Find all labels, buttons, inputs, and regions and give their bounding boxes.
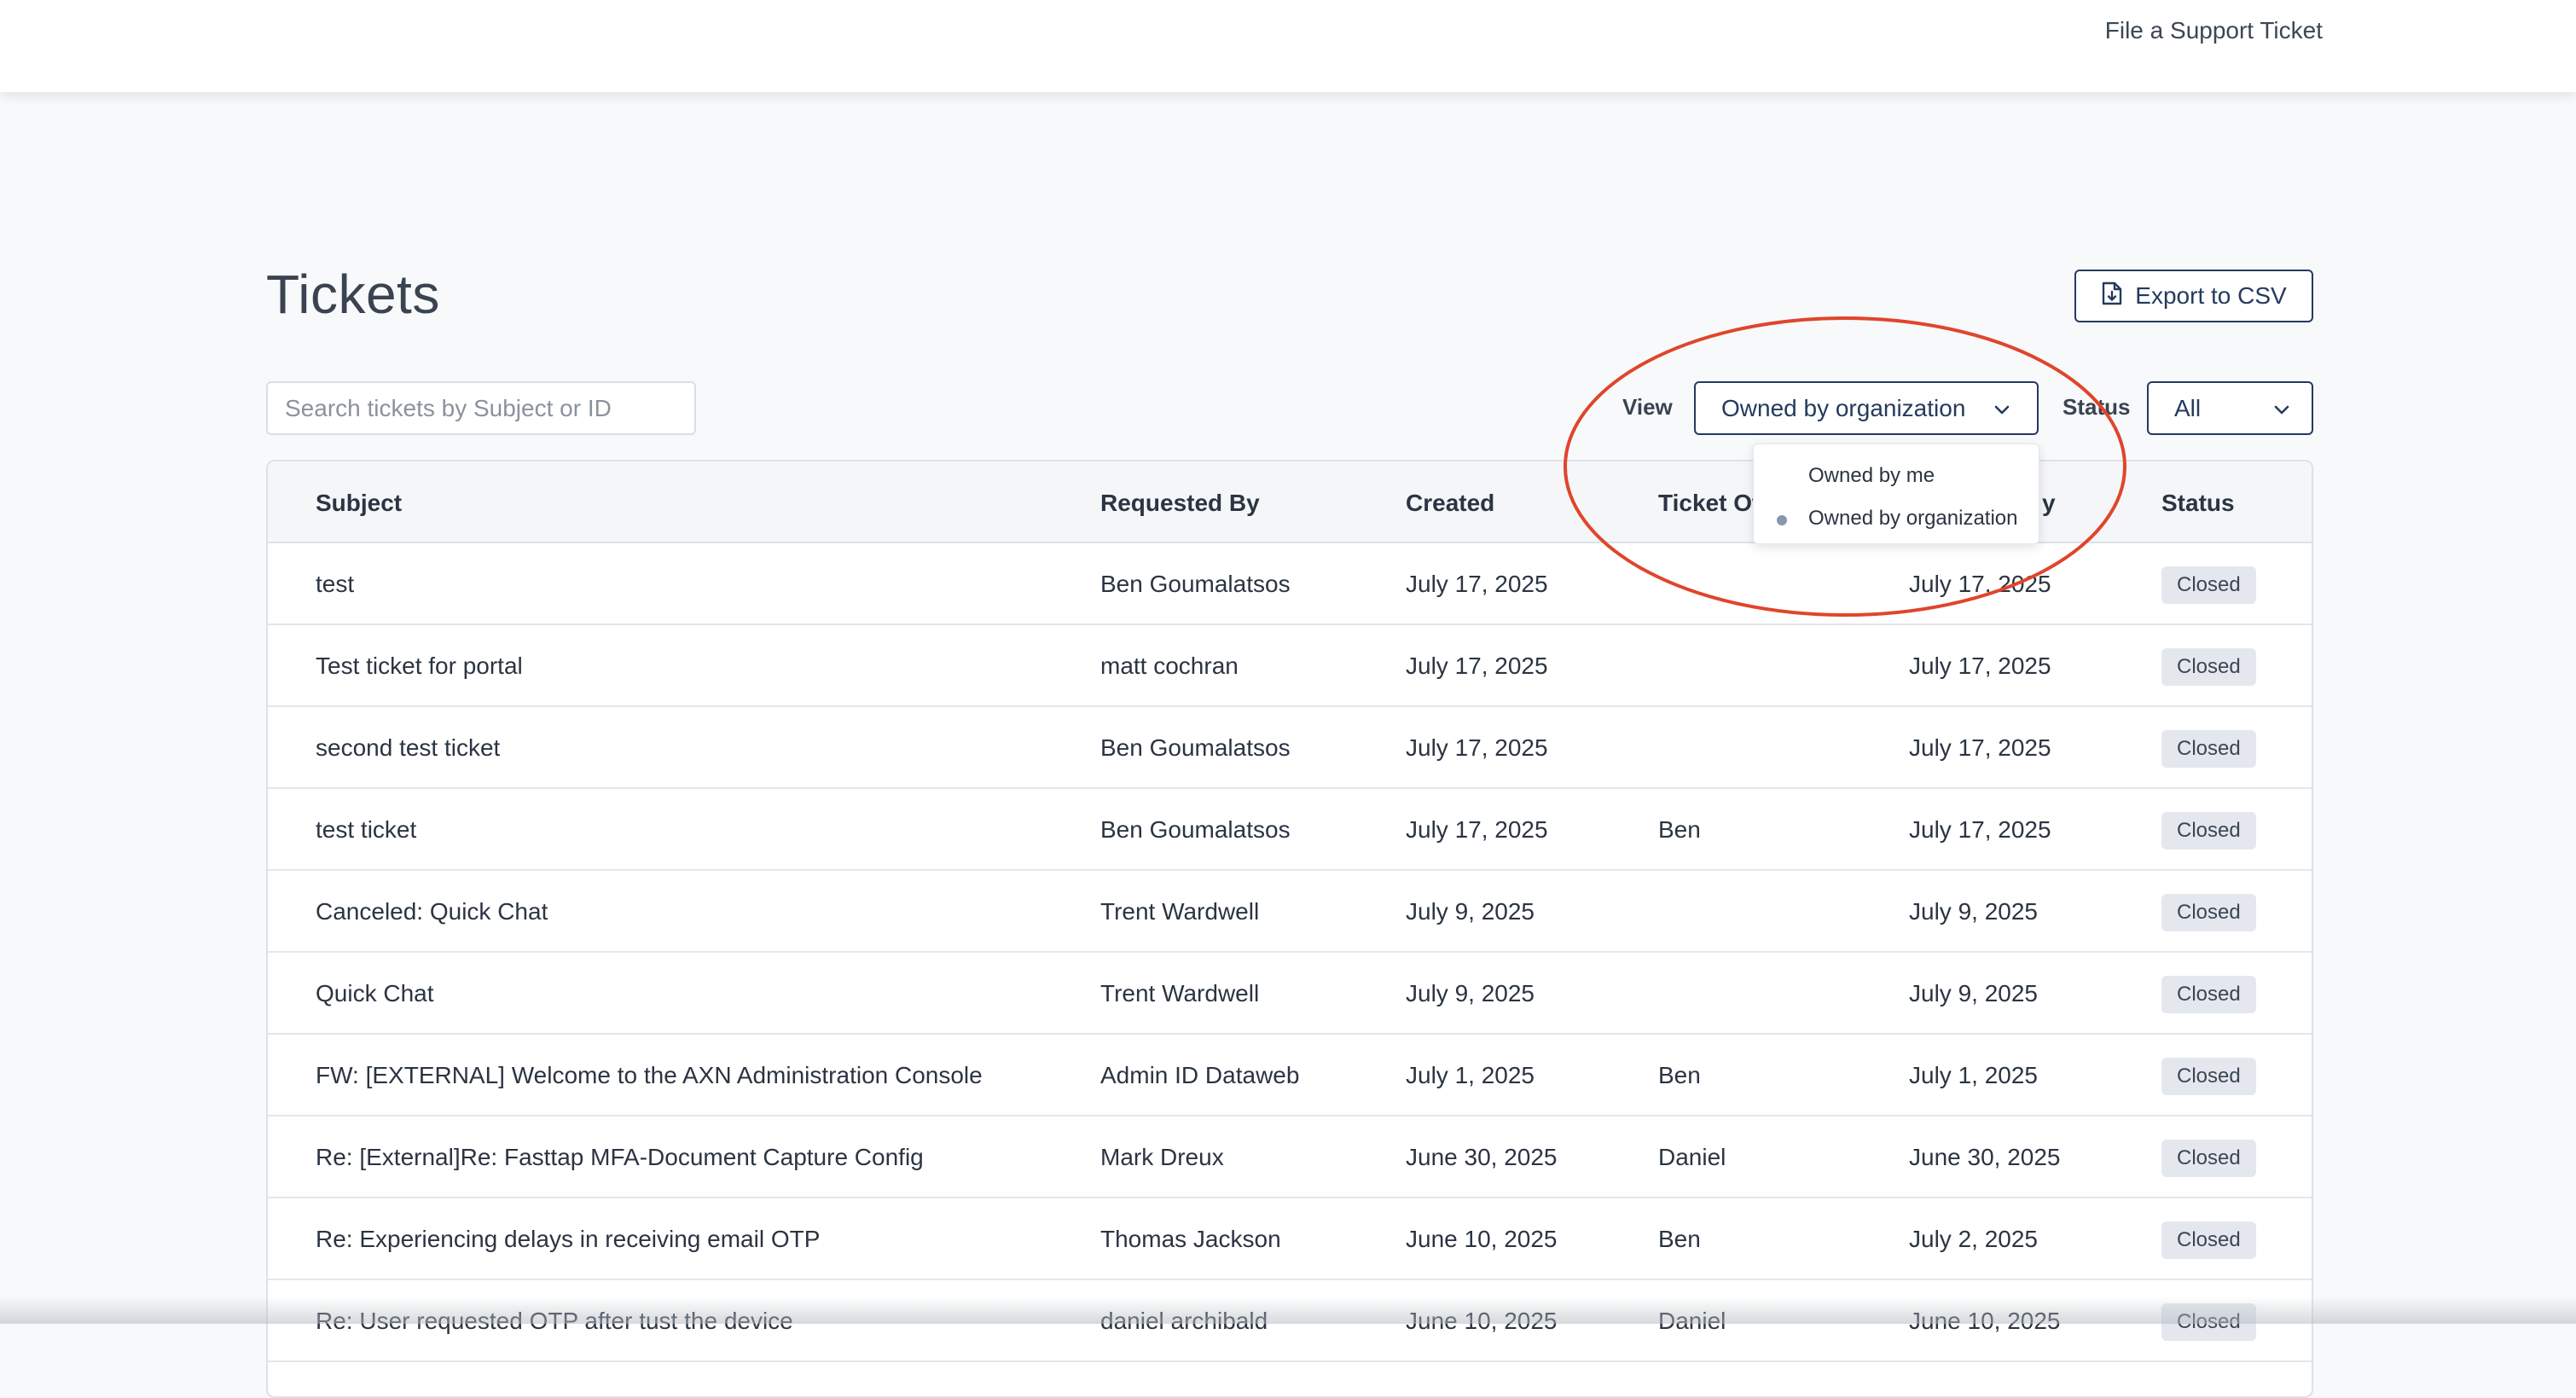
column-header-created[interactable]: Created xyxy=(1406,490,1494,517)
table-row[interactable]: Re: Experiencing delays in receiving ema… xyxy=(268,1198,2312,1280)
cell-created: July 9, 2025 xyxy=(1406,898,1535,925)
cell-requested-by: Ben Goumalatsos xyxy=(1100,734,1291,761)
search-input[interactable] xyxy=(266,381,696,435)
cell-subject[interactable]: FW: [EXTERNAL] Welcome to the AXN Admini… xyxy=(316,1062,983,1089)
table-row[interactable]: test ticket Ben Goumalatsos July 17, 2025 B… xyxy=(268,789,2312,871)
status-select[interactable]: All xyxy=(2147,381,2313,435)
view-select-value: Owned by organization xyxy=(1721,394,1966,421)
cell-created: June 10, 2025 xyxy=(1406,1226,1558,1252)
cell-updated: July 17, 2025 xyxy=(1909,653,2051,679)
cell-subject[interactable]: test ticket xyxy=(316,816,416,844)
status-badge: Closed xyxy=(2161,812,2256,850)
column-header-updated[interactable]: y xyxy=(2042,490,2056,517)
cell-created: July 17, 2025 xyxy=(1406,816,1548,843)
table-row[interactable]: test Ben Goumalatsos July 17, 2025 July 17,… xyxy=(268,543,2312,625)
table-row[interactable]: second test ticket Ben Goumalatsos July 17… xyxy=(268,707,2312,789)
cell-updated: July 17, 2025 xyxy=(1909,816,2051,843)
status-badge: Closed xyxy=(2161,1221,2256,1259)
file-download-icon xyxy=(2101,281,2123,311)
page-title: Tickets xyxy=(266,264,440,325)
cell-created: July 17, 2025 xyxy=(1406,571,1548,597)
cell-requested-by: Ben Goumalatsos xyxy=(1100,816,1291,843)
selected-dot-icon xyxy=(1777,515,1787,525)
status-badge: Closed xyxy=(2161,1303,2256,1341)
table-row[interactable]: Re: [External]Re: Fasttap MFA-Document C… xyxy=(268,1117,2312,1198)
cell-requested-by: matt cochran xyxy=(1100,653,1239,679)
table-row[interactable]: Canceled: Quick Chat Trent Wardwell July 9… xyxy=(268,871,2312,953)
cell-updated: July 2, 2025 xyxy=(1909,1226,2038,1252)
cell-ticket-owner: Ben xyxy=(1658,1226,1701,1252)
table-row[interactable]: Re: User requested OTP after tust the de… xyxy=(268,1280,2312,1362)
table-row[interactable]: Test ticket for portal matt cochran July 1… xyxy=(268,625,2312,707)
cell-created: July 9, 2025 xyxy=(1406,980,1535,1006)
cell-created: July 1, 2025 xyxy=(1406,1062,1535,1088)
status-badge: Closed xyxy=(2161,976,2256,1013)
view-filter-label: View xyxy=(1622,394,1673,420)
cell-requested-by: Trent Wardwell xyxy=(1100,898,1260,925)
cell-created: June 10, 2025 xyxy=(1406,1308,1558,1334)
cell-subject[interactable]: second test ticket xyxy=(316,734,500,762)
cell-updated: June 30, 2025 xyxy=(1909,1144,2061,1170)
cell-ticket-owner: Daniel xyxy=(1658,1308,1726,1334)
status-badge: Closed xyxy=(2161,648,2256,686)
cell-ticket-owner: Daniel xyxy=(1658,1144,1726,1170)
status-badge: Closed xyxy=(2161,730,2256,768)
file-support-ticket-link[interactable]: File a Support Ticket xyxy=(2105,17,2323,44)
status-badge: Closed xyxy=(2161,894,2256,931)
view-option[interactable]: Owned by organization xyxy=(1754,497,2039,540)
status-badge: Closed xyxy=(2161,1058,2256,1095)
status-filter-label: Status xyxy=(2063,394,2131,420)
table-body: test Ben Goumalatsos July 17, 2025 July 17,… xyxy=(268,543,2312,1362)
chevron-down-icon xyxy=(2272,395,2291,422)
chevron-down-icon xyxy=(1993,395,2011,422)
cell-requested-by: Ben Goumalatsos xyxy=(1100,571,1291,597)
cell-updated: July 17, 2025 xyxy=(1909,734,2051,761)
cell-created: June 30, 2025 xyxy=(1406,1144,1558,1170)
status-select-value: All xyxy=(2174,394,2202,421)
cell-subject[interactable]: Quick Chat xyxy=(316,980,434,1007)
cell-requested-by: Thomas Jackson xyxy=(1100,1226,1281,1252)
column-header-subject[interactable]: Subject xyxy=(316,490,402,517)
table-row[interactable]: Quick Chat Trent Wardwell July 9, 2025 July… xyxy=(268,953,2312,1035)
cell-updated: July 9, 2025 xyxy=(1909,898,2038,925)
export-csv-button[interactable]: Export to CSV xyxy=(2074,270,2313,322)
view-option-label: Owned by me xyxy=(1808,464,1935,487)
cell-requested-by: daniel archibald xyxy=(1100,1308,1268,1334)
cell-ticket-owner: Ben xyxy=(1658,816,1701,843)
cell-subject[interactable]: Canceled: Quick Chat xyxy=(316,898,548,925)
cell-updated: July 1, 2025 xyxy=(1909,1062,2038,1088)
cell-subject[interactable]: Re: Experiencing delays in receiving ema… xyxy=(316,1226,820,1253)
cell-requested-by: Mark Dreux xyxy=(1100,1144,1224,1170)
view-dropdown-menu: Owned by me Owned by organization xyxy=(1753,444,2039,544)
view-option[interactable]: Owned by me xyxy=(1754,455,2039,497)
view-select[interactable]: Owned by organization xyxy=(1694,381,2039,435)
cell-ticket-owner: Ben xyxy=(1658,1062,1701,1088)
column-header-status[interactable]: Status xyxy=(2161,490,2235,517)
cell-subject[interactable]: test xyxy=(316,571,354,598)
top-header: File a Support Ticket xyxy=(0,0,2576,92)
status-badge: Closed xyxy=(2161,1140,2256,1177)
cell-created: July 17, 2025 xyxy=(1406,734,1548,761)
tickets-table: Subject Requested By Created Ticket Ow y… xyxy=(266,460,2313,1398)
cell-updated: July 9, 2025 xyxy=(1909,980,2038,1006)
cell-created: July 17, 2025 xyxy=(1406,653,1548,679)
column-header-requested-by[interactable]: Requested By xyxy=(1100,490,1260,517)
cell-updated: July 17, 2025 xyxy=(1909,571,2051,597)
status-badge: Closed xyxy=(2161,566,2256,604)
table-row[interactable]: FW: [EXTERNAL] Welcome to the AXN Admini… xyxy=(268,1035,2312,1117)
cell-requested-by: Trent Wardwell xyxy=(1100,980,1260,1006)
cell-updated: June 10, 2025 xyxy=(1909,1308,2061,1334)
cell-requested-by: Admin ID Dataweb xyxy=(1100,1062,1300,1088)
export-csv-label: Export to CSV xyxy=(2135,282,2287,309)
cell-subject[interactable]: Test ticket for portal xyxy=(316,653,523,680)
cell-subject[interactable]: Re: [External]Re: Fasttap MFA-Document C… xyxy=(316,1144,924,1171)
view-option-label: Owned by organization xyxy=(1808,507,2018,530)
cell-subject[interactable]: Re: User requested OTP after tust the de… xyxy=(316,1308,793,1335)
